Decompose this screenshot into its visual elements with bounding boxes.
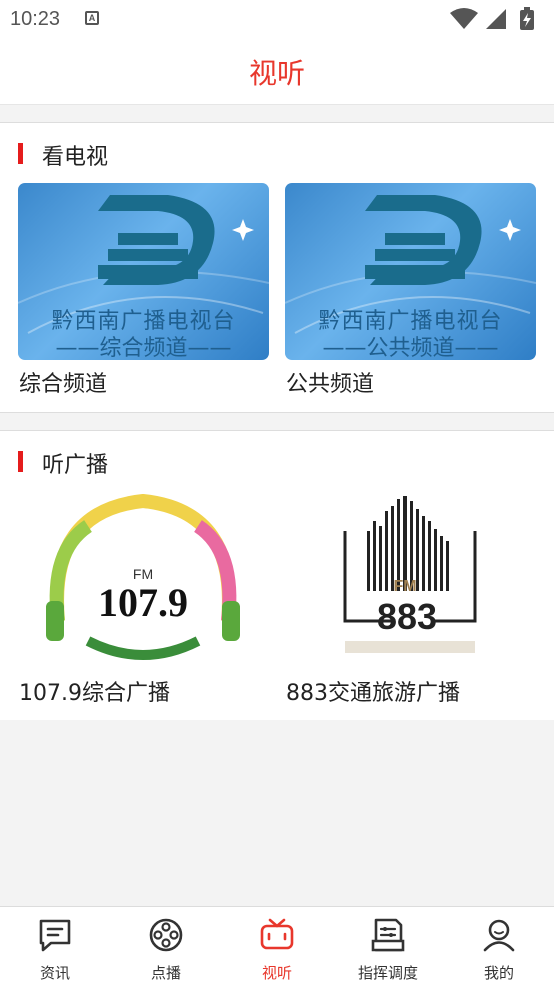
thumb-channel-name: ——公共频道—— bbox=[322, 336, 499, 360]
fm-label: FM bbox=[393, 578, 416, 595]
radio-section-title: 听广播 bbox=[42, 453, 109, 478]
tab-watch-listen[interactable]: 视听 bbox=[222, 907, 332, 984]
system-status-icons bbox=[450, 7, 534, 30]
app-header: 视听 bbox=[0, 38, 554, 105]
user-icon bbox=[483, 919, 515, 952]
station-name[interactable]: 107.9综合广播 bbox=[19, 675, 170, 707]
channel-name[interactable]: 综合频道 bbox=[19, 366, 107, 398]
tab-label: 指挥调度 bbox=[357, 964, 418, 982]
status-bar: 10:23 A bbox=[0, 0, 554, 38]
station-logo[interactable]: FM 883 bbox=[285, 491, 536, 668]
fm-1079-logo-icon: FM 107.9 bbox=[46, 493, 240, 660]
channel-thumbnail[interactable]: 黔西南广播电视台 ——公共频道—— bbox=[285, 183, 536, 360]
section-accent-bar bbox=[18, 451, 23, 472]
fm-883-logo-icon: FM 883 bbox=[343, 496, 477, 653]
tv-icon bbox=[260, 918, 294, 950]
channel-thumbnail[interactable]: 黔西南广播电视台 ——综合频道—— bbox=[18, 183, 269, 360]
wifi-icon bbox=[450, 8, 478, 29]
tab-news[interactable]: 资讯 bbox=[0, 907, 110, 984]
tab-profile[interactable]: 我的 bbox=[444, 907, 554, 984]
frequency-label: 883 bbox=[377, 596, 437, 637]
station-logo[interactable]: FM 107.9 bbox=[18, 491, 269, 668]
section-accent-bar bbox=[18, 143, 23, 164]
bottom-tab-bar: 资讯 点播 视听 指挥调度 我的 bbox=[0, 906, 554, 984]
thumb-channel-name: ——综合频道—— bbox=[55, 336, 232, 360]
page-title: 视听 bbox=[248, 57, 305, 90]
tv-section: 看电视 黔西南广播电视台 ——综合频道—— 综合频道 黔西南广播电视台 ——公共… bbox=[0, 122, 554, 413]
station-name[interactable]: 883交通旅游广播 bbox=[286, 675, 460, 707]
tab-vod[interactable]: 点播 bbox=[111, 907, 221, 984]
tab-label: 资讯 bbox=[39, 964, 70, 982]
film-reel-icon bbox=[149, 918, 183, 952]
frequency-label: 107.9 bbox=[98, 580, 188, 625]
radio-section: 听广播 FM 107.9 107.9综合广播 FM 883 883交通旅游广播 bbox=[0, 430, 554, 720]
battery-charging-icon bbox=[520, 7, 534, 30]
tab-dispatch[interactable]: 指挥调度 bbox=[333, 907, 443, 984]
dispatch-doc-icon bbox=[371, 918, 405, 952]
chat-bubble-icon bbox=[39, 919, 71, 952]
tab-label: 我的 bbox=[483, 964, 514, 982]
tab-label: 视听 bbox=[261, 964, 292, 982]
tv-section-title: 看电视 bbox=[42, 145, 109, 170]
tab-label: 点播 bbox=[150, 964, 181, 982]
status-time: 10:23 bbox=[10, 8, 61, 30]
notification-icon: A bbox=[85, 11, 99, 25]
signal-icon bbox=[486, 9, 506, 29]
channel-name[interactable]: 公共频道 bbox=[286, 366, 374, 398]
